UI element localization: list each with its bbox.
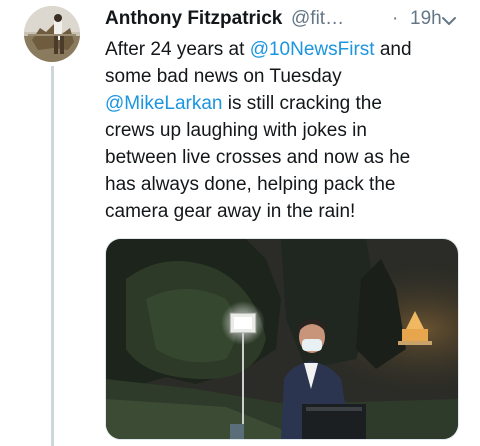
- tweet-text-line: camera gear away in the rain!: [105, 201, 356, 222]
- mention-link[interactable]: @10NewsFirst: [250, 39, 375, 60]
- avatar[interactable]: [24, 6, 80, 62]
- thread-line: [51, 66, 54, 446]
- display-name[interactable]: Anthony Fitzpatrick: [105, 8, 282, 30]
- tweet-text-line: @MikeLarkan is still cracking the: [105, 90, 455, 117]
- separator-dot: ·: [392, 8, 399, 29]
- tweet-text-line: between live crosses and now as he: [105, 147, 411, 168]
- tweet-text-line: has always done, helping pack the: [105, 174, 396, 195]
- tweet-text: After 24 years at @10NewsFirst and some …: [105, 36, 455, 225]
- mention-link[interactable]: @MikeLarkan: [105, 93, 223, 114]
- tweet-text-line: After 24 years at @10NewsFirst and: [105, 36, 455, 63]
- chevron-down-icon[interactable]: [439, 11, 459, 31]
- tweet-text-line: some bad news on Tuesday: [105, 66, 342, 87]
- tweet-text-line: crews up laughing with jokes in: [105, 120, 367, 141]
- text-fragment: After 24 years at: [105, 39, 250, 60]
- night-scene-photo: [106, 239, 458, 439]
- handle[interactable]: @fit…: [291, 8, 344, 30]
- tweet-media-photo[interactable]: [105, 238, 459, 440]
- text-fragment: and: [374, 39, 412, 60]
- tweet: Anthony Fitzpatrick @fit… · 19h After 24…: [0, 0, 480, 446]
- text-fragment: is still cracking the: [222, 93, 382, 114]
- avatar-photo: [24, 6, 80, 62]
- tweet-header: Anthony Fitzpatrick @fit… · 19h: [105, 8, 465, 32]
- timestamp[interactable]: 19h: [410, 8, 442, 30]
